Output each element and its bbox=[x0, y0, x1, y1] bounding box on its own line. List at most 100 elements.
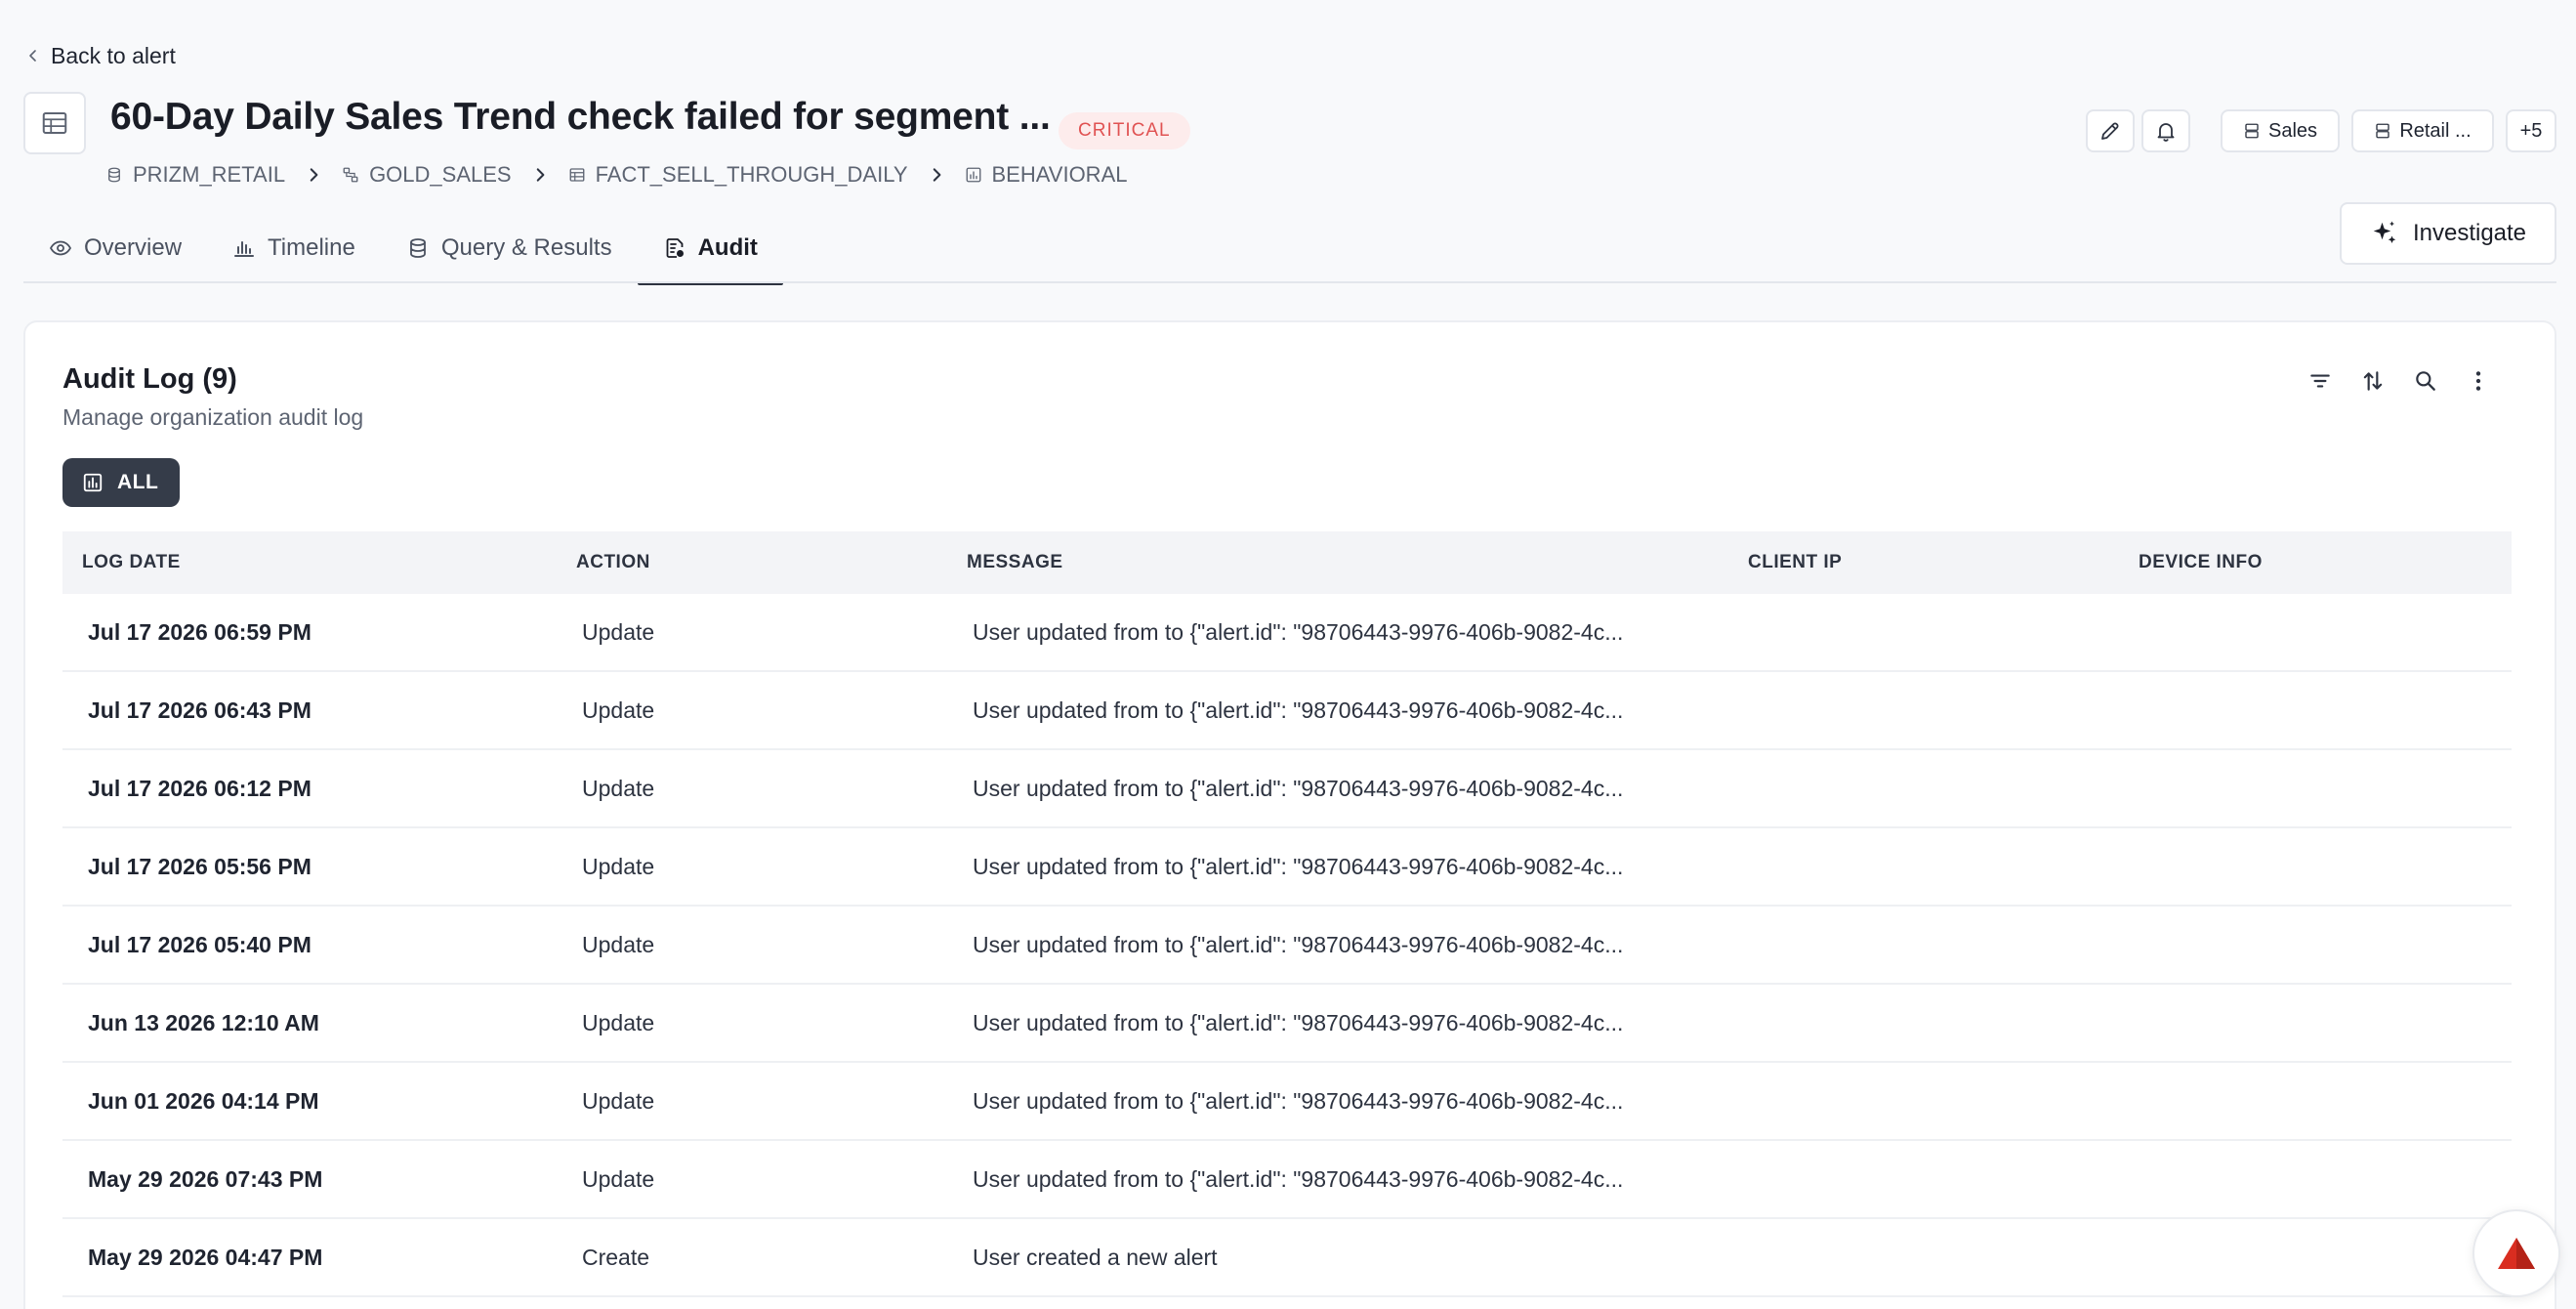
cell-message: User updated from to {"alert.id": "98706… bbox=[973, 750, 1623, 826]
message-text: User updated from to {"alert.id": "98706… bbox=[973, 1165, 1624, 1192]
cell-message: User updated from to {"alert.id": "98706… bbox=[973, 828, 1623, 905]
bar-chart-icon bbox=[234, 241, 255, 257]
breadcrumb-database[interactable]: PRIZM_RETAIL bbox=[105, 162, 285, 188]
cell-log-date: Jun 13 2026 12:10 AM bbox=[88, 1009, 319, 1035]
back-link-label: Back to alert bbox=[51, 42, 176, 68]
audit-icon bbox=[666, 238, 684, 258]
column-header-log-date[interactable]: LOG DATE bbox=[82, 531, 181, 594]
cell-log-date: Jul 17 2026 06:12 PM bbox=[88, 775, 312, 801]
table-row[interactable]: Jul 17 2026 06:59 PM Update User updated… bbox=[62, 594, 2512, 672]
message-text: User updated from to {"alert.id": "98706… bbox=[973, 931, 1624, 957]
audit-log-title: Audit Log (9) bbox=[62, 363, 237, 395]
message-text: User updated from to {"alert.id": "98706… bbox=[973, 1087, 1624, 1114]
tab-label: Query & Results bbox=[440, 234, 612, 261]
breadcrumb-label: FACT_SELL_THROUGH_DAILY bbox=[595, 162, 908, 187]
cell-log-date: May 29 2026 07:43 PM bbox=[88, 1165, 323, 1192]
page-title: 60-Day Daily Sales Trend check failed fo… bbox=[110, 96, 1051, 138]
database-icon bbox=[409, 238, 426, 258]
filter-button[interactable] bbox=[2305, 363, 2336, 399]
cell-message: User updated from to {"alert.id": "98706… bbox=[973, 985, 1623, 1061]
filter-chip-label: ALL bbox=[117, 471, 159, 493]
search-button[interactable] bbox=[2410, 363, 2441, 399]
table-header: LOG DATE ACTION MESSAGE CLIENT IP DEVICE… bbox=[62, 531, 2512, 594]
tab-overview[interactable]: Overview bbox=[23, 213, 207, 283]
table-row[interactable]: Jul 17 2026 05:40 PM Update User updated… bbox=[62, 907, 2512, 985]
vertical-dots-icon bbox=[2475, 371, 2481, 391]
table-row[interactable]: Jul 17 2026 06:43 PM Update User updated… bbox=[62, 672, 2512, 750]
tab-timeline[interactable]: Timeline bbox=[207, 213, 381, 283]
brand-triangle-icon bbox=[2498, 1238, 2535, 1269]
sort-button[interactable] bbox=[2357, 363, 2389, 399]
table-row[interactable]: Jun 01 2026 04:14 PM Update User updated… bbox=[62, 1063, 2512, 1141]
table-toolbar bbox=[2305, 363, 2494, 399]
tab-divider bbox=[23, 281, 2556, 283]
bell-icon bbox=[2157, 123, 2175, 142]
tab-audit[interactable]: Audit bbox=[637, 213, 784, 285]
chevron-right-icon bbox=[310, 168, 318, 182]
cell-action: Create bbox=[582, 1244, 650, 1270]
tab-query-results[interactable]: Query & Results bbox=[381, 213, 638, 283]
tag-sales[interactable]: Sales bbox=[2221, 109, 2340, 152]
breadcrumb-label: PRIZM_RETAIL bbox=[133, 162, 286, 187]
server-icon bbox=[2245, 123, 2259, 139]
cell-action: Update bbox=[582, 1009, 655, 1035]
breadcrumb-schema[interactable]: GOLD_SALES bbox=[342, 162, 512, 188]
investigate-button[interactable]: Investigate bbox=[2340, 202, 2556, 265]
column-header-action[interactable]: ACTION bbox=[576, 531, 650, 594]
breadcrumb-check-type[interactable]: BEHAVIORAL bbox=[965, 162, 1128, 188]
eye-icon bbox=[49, 240, 72, 256]
table-row[interactable]: May 29 2026 07:43 PM Update User updated… bbox=[62, 1141, 2512, 1219]
breadcrumb: PRIZM_RETAIL GOLD_SALES FACT_SELL_THROUG… bbox=[105, 158, 1127, 191]
column-header-client-ip[interactable]: CLIENT IP bbox=[1748, 531, 1842, 594]
back-to-alert-link[interactable]: Back to alert bbox=[25, 39, 176, 72]
breadcrumb-table[interactable]: FACT_SELL_THROUGH_DAILY bbox=[568, 162, 908, 188]
assistant-launcher-button[interactable] bbox=[2472, 1209, 2560, 1297]
more-tags-button[interactable]: +5 bbox=[2506, 109, 2556, 152]
message-text: User updated from to {"alert.id": "98706… bbox=[973, 853, 1624, 879]
column-header-device-info[interactable]: DEVICE INFO bbox=[2139, 531, 2263, 594]
message-text: User updated from to {"alert.id": "98706… bbox=[973, 775, 1624, 801]
cell-action: Update bbox=[582, 775, 655, 801]
cell-action: Update bbox=[582, 618, 655, 645]
more-options-button[interactable] bbox=[2463, 363, 2494, 399]
tag-label: Retail ... bbox=[2399, 119, 2472, 142]
cell-log-date: Jul 17 2026 06:59 PM bbox=[88, 618, 312, 645]
cell-message: User updated from to {"alert.id": "98706… bbox=[973, 594, 1623, 670]
table-icon bbox=[42, 112, 67, 134]
edit-button[interactable] bbox=[2086, 109, 2135, 152]
column-header-message[interactable]: MESSAGE bbox=[967, 531, 1063, 594]
message-text: User updated from to {"alert.id": "98706… bbox=[973, 1009, 1624, 1035]
chevron-left-icon bbox=[29, 50, 36, 62]
behavioral-chart-icon bbox=[966, 167, 980, 183]
schema-icon bbox=[343, 167, 358, 183]
cell-action: Update bbox=[582, 697, 655, 723]
tag-retail[interactable]: Retail ... bbox=[2351, 109, 2494, 152]
investigate-label: Investigate bbox=[2412, 220, 2527, 246]
tag-label: Sales bbox=[2267, 119, 2318, 142]
breadcrumb-label: GOLD_SALES bbox=[369, 162, 512, 187]
cell-log-date: Jun 01 2026 04:14 PM bbox=[88, 1087, 319, 1114]
cell-log-date: Jul 17 2026 06:43 PM bbox=[88, 697, 312, 723]
table-row[interactable]: May 29 2026 04:47 PM Create User created… bbox=[62, 1219, 2512, 1297]
filter-chip-all[interactable]: ALL bbox=[62, 458, 181, 507]
tab-label: Audit bbox=[697, 234, 758, 261]
table-row[interactable]: Jul 17 2026 06:12 PM Update User updated… bbox=[62, 750, 2512, 828]
database-icon bbox=[108, 167, 120, 183]
chevron-right-icon bbox=[536, 168, 544, 182]
cell-action: Update bbox=[582, 1087, 655, 1114]
sparkle-icon bbox=[2373, 221, 2396, 243]
cell-action: Update bbox=[582, 1165, 655, 1192]
table-row[interactable]: Jun 13 2026 12:10 AM Update User updated… bbox=[62, 985, 2512, 1063]
search-icon bbox=[2416, 371, 2435, 391]
table-row[interactable]: Jul 17 2026 05:56 PM Update User updated… bbox=[62, 828, 2512, 907]
cell-log-date: Jul 17 2026 05:40 PM bbox=[88, 931, 312, 957]
message-text: User updated from to {"alert.id": "98706… bbox=[973, 697, 1624, 723]
tab-label: Timeline bbox=[268, 234, 355, 261]
cell-action: Update bbox=[582, 853, 655, 879]
sort-arrows-icon bbox=[2363, 371, 2383, 391]
cell-message: User updated from to {"alert.id": "98706… bbox=[973, 907, 1623, 983]
message-text: User created a new alert bbox=[973, 1244, 1218, 1270]
cell-action: Update bbox=[582, 931, 655, 957]
breadcrumb-label: BEHAVIORAL bbox=[991, 162, 1128, 187]
notifications-button[interactable] bbox=[2141, 109, 2190, 152]
